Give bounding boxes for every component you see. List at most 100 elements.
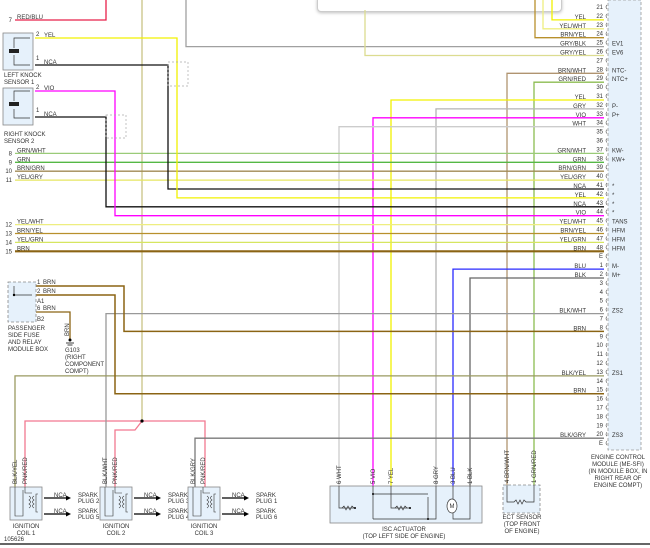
ecm-pin-function: HFM: [612, 246, 625, 252]
ecm-pin-number: 32: [596, 103, 603, 109]
wire-pin-8: [35, 285, 604, 333]
ecm-wire-label: BLU: [574, 264, 586, 270]
coil-wire-label: PNK/RED: [201, 457, 207, 484]
motor-label: M: [450, 504, 455, 510]
wire-pin-20: [194, 437, 604, 487]
ecm-wire-label: WHT: [572, 122, 586, 128]
pin-terminal: [605, 102, 608, 108]
fuse-pin: 1: [37, 280, 41, 286]
ecm-wire-label: YEL/GRY: [560, 175, 586, 181]
knock-wire: NCA: [44, 112, 57, 118]
ecm-pin-function: EV6: [612, 51, 624, 57]
ignition-coil-3: BLK/GRY PNK/REDNCA SPARKPLUG 1NCA SPARKPLUG…: [187, 457, 278, 537]
ground-label: COMPONENT: [65, 362, 104, 368]
coil-wire-label: BLK/WHT: [103, 457, 109, 484]
pin-terminal: [605, 138, 608, 143]
ecm-pin-number: 12: [596, 361, 603, 367]
ecm-pin-number: 19: [596, 423, 603, 429]
coil-output-wire: NCA: [144, 509, 157, 515]
knock-wire: VIO: [44, 86, 55, 92]
ecm-wire-label: YEL/WHT: [559, 24, 586, 30]
pin-terminal: [605, 262, 608, 268]
pin-terminal: [605, 236, 608, 241]
left-pin-number: 10: [5, 169, 12, 175]
coil-label: IGNITION: [13, 524, 40, 530]
ecm-wire-label: VIO: [576, 211, 587, 217]
pin-terminal: [605, 156, 608, 161]
spark-plug-label: PLUG 1: [256, 499, 278, 505]
fuse-box-label: PASSENGER: [8, 326, 46, 332]
ecm-wire-label: BRN: [573, 389, 586, 395]
ecm-pin-number: 46: [596, 228, 603, 234]
coil-output-wire: NCA: [232, 509, 245, 515]
pin-terminal: [605, 40, 608, 45]
pin-terminal: [605, 84, 608, 90]
ecm-wire-label: YEL: [575, 15, 587, 21]
knock-pin: 1: [36, 108, 40, 114]
fuse-pin: 6: [37, 306, 41, 312]
pin-terminal: [605, 298, 608, 303]
fuse-wire: BRN: [43, 289, 56, 295]
knock-wire: YEL: [44, 33, 56, 39]
coil-wire-label: BLK/YEL: [13, 459, 19, 484]
ecm-pin-number: 31: [596, 94, 603, 100]
pin-terminal: [605, 164, 608, 170]
coil-wire-label: BLK/GRY: [191, 458, 197, 484]
coil-label: IGNITION: [103, 524, 130, 530]
ecm-pin-number: 25: [596, 41, 603, 47]
pin-terminal: [605, 173, 608, 179]
ecm-wire-label: BLK/YEL: [562, 371, 587, 377]
pin-terminal: [605, 440, 608, 446]
ecm-pin-number: 48: [596, 245, 603, 251]
pin-terminal: [605, 396, 608, 401]
pin-terminal: [605, 13, 608, 19]
ecm-pin-number: 30: [596, 85, 603, 91]
wire-pin-29: [533, 81, 604, 485]
ecm-label-line: RIGHT REAR OF: [595, 476, 642, 482]
arrow-icon: [244, 511, 249, 517]
knock-pin: 2: [36, 85, 40, 91]
left-wire-label: BRN/YEL: [17, 229, 43, 235]
arrow-icon: [66, 511, 71, 517]
pin-terminal: [605, 387, 608, 392]
ecm-pin-function: TANS: [612, 220, 628, 226]
ecm-wire-label: BRN/WHT: [558, 68, 586, 74]
left-pin-number: 12: [5, 223, 12, 229]
ecm-pin-function: HFM: [612, 229, 625, 235]
coil-output-wire: NCA: [54, 509, 67, 515]
ecm-pin-number: 24: [596, 32, 603, 38]
knock-sensor-label: SENSOR 1: [4, 80, 35, 86]
pin-terminal: [605, 342, 608, 348]
ecm-pin-number: 27: [596, 58, 603, 64]
ecm-pin-number: 21: [596, 5, 603, 11]
ecm-pin-function: P+: [612, 113, 620, 119]
coil-wire-label: PNK/RED: [23, 457, 29, 484]
fuse-connector: B2: [37, 317, 45, 323]
splice-dot: [140, 419, 144, 423]
shield-right-knock: [105, 114, 127, 139]
ecm-pin-number: 45: [596, 219, 603, 225]
ecm-pin-number: 36: [596, 139, 603, 145]
ecm-wire-label: YEL/GRN: [560, 237, 586, 243]
coil-output-wire: NCA: [232, 493, 245, 499]
pin-terminal: [605, 414, 608, 419]
passenger-fuse-box: [7, 281, 37, 323]
pin-terminal: [605, 405, 608, 410]
ground-label: COMPT): [65, 369, 89, 375]
ecm-pin-function: KW-: [612, 148, 624, 154]
ecm-pin-function: ZS1: [612, 371, 624, 377]
fuse-box-label: AND RELAY: [8, 340, 42, 346]
fuse-box-label: MODULE BOX: [8, 347, 48, 353]
isc-pin-label: 8 GRY: [434, 466, 440, 484]
ecm-wire-label: YEL/WHT: [559, 220, 586, 226]
left-pin-number: 14: [5, 240, 12, 246]
ecm-pin-number: 7: [600, 317, 604, 323]
ecm-pin-function: ZS3: [612, 433, 624, 439]
wire-pnk-red-coil2: [114, 420, 143, 487]
left-wire-label: YEL/GRY: [17, 175, 43, 181]
ect-sensor: [502, 484, 541, 514]
pin-terminal: [605, 120, 608, 125]
ecm-pin-number: 10: [596, 343, 603, 349]
ecm-label: ENGINE CONTROLMODULE (ME-SFI)(IN MODULE …: [588, 455, 647, 489]
diagram-id: 105626: [4, 537, 25, 543]
